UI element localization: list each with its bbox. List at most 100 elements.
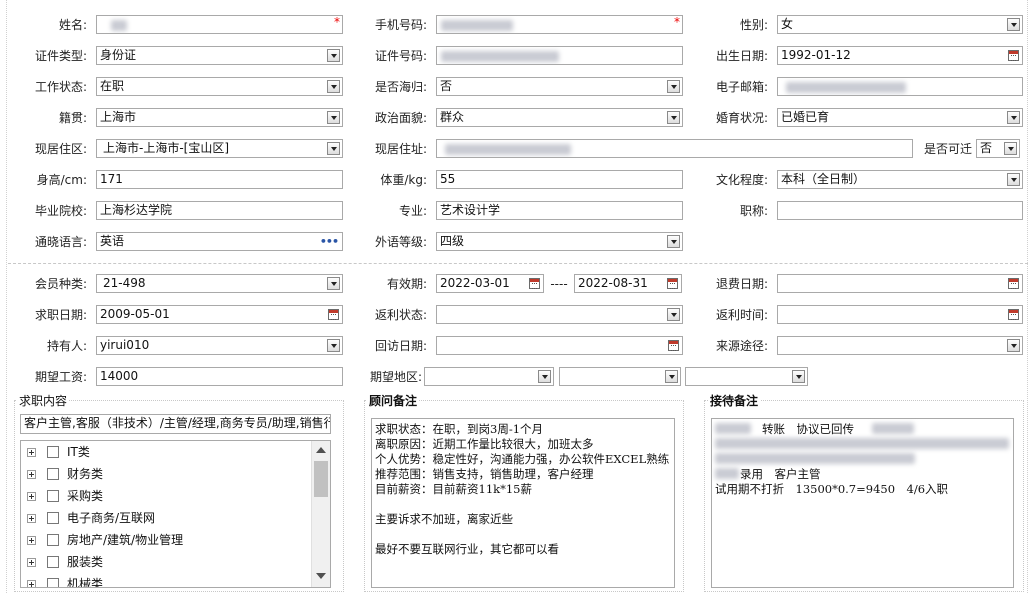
calendar-icon[interactable] [328, 309, 339, 320]
job-summary-field[interactable]: 客户主管,客服（非技术）/主管/经理,商务专员/助理,销售行 [20, 414, 331, 434]
returnee-select[interactable]: 否 [436, 77, 683, 96]
language-label: 通晓语言: [34, 235, 87, 249]
checkbox[interactable] [47, 468, 59, 480]
salary-field[interactable]: 14000 [96, 367, 343, 386]
reception-note-line: 转账 协议已回传 [762, 422, 854, 436]
checkbox[interactable] [47, 446, 59, 458]
name-label: 姓名: [58, 18, 87, 32]
calendar-icon[interactable] [1008, 50, 1019, 61]
email-field[interactable] [777, 77, 1023, 96]
calendar-icon[interactable] [668, 340, 679, 351]
language-field[interactable]: 英语 ••• [96, 232, 343, 251]
chevron-down-icon[interactable] [667, 235, 680, 248]
address-field[interactable] [436, 139, 913, 158]
checkbox[interactable] [47, 556, 59, 568]
relocate-select[interactable]: 否 [976, 139, 1020, 158]
region-select-1[interactable] [424, 367, 554, 386]
work-status-select[interactable]: 在职 [96, 77, 343, 96]
tree-item[interactable]: IT类 [27, 442, 307, 462]
chevron-down-icon[interactable] [667, 80, 680, 93]
jobdate-field[interactable]: 2009-05-01 [96, 305, 343, 324]
checkbox[interactable] [47, 534, 59, 546]
expand-icon[interactable] [27, 448, 36, 457]
chevron-down-icon[interactable] [1004, 142, 1017, 155]
consultant-notes-textarea[interactable]: 求职状态：在职，到岗3周-1个月 离职原因：近期工作量比较很大，加班太多 个人优… [371, 418, 675, 588]
chevron-down-icon[interactable] [792, 370, 805, 383]
expand-icon[interactable] [27, 514, 36, 523]
valid-from-field[interactable]: 2022-03-01 [436, 274, 544, 293]
native-select[interactable]: 上海市 [96, 108, 343, 127]
more-icon[interactable]: ••• [320, 235, 339, 249]
weight-field[interactable]: 55 [436, 170, 683, 189]
idno-label: 证件号码: [374, 49, 427, 63]
chevron-down-icon[interactable] [1007, 18, 1020, 31]
lang-level-select[interactable]: 四级 [436, 232, 683, 251]
tree-item[interactable]: 房地产/建筑/物业管理 [27, 530, 307, 550]
chevron-down-icon[interactable] [327, 142, 340, 155]
expand-icon[interactable] [27, 536, 36, 545]
phone-field[interactable] [436, 15, 683, 34]
area-select[interactable]: 上海市-上海市-[宝山区] [96, 139, 343, 158]
scrollbar[interactable] [311, 441, 330, 587]
region-label: 期望地区: [369, 370, 422, 384]
chevron-down-icon[interactable] [327, 111, 340, 124]
gender-select[interactable]: 女 [777, 15, 1023, 34]
source-select[interactable] [777, 336, 1023, 355]
calendar-icon[interactable] [1008, 278, 1019, 289]
refund-date-field[interactable] [777, 274, 1023, 293]
political-select[interactable]: 群众 [436, 108, 683, 127]
holder-select[interactable]: yirui010 [96, 336, 343, 355]
scroll-thumb[interactable] [314, 461, 328, 497]
chevron-down-icon[interactable] [1007, 173, 1020, 186]
chevron-down-icon[interactable] [538, 370, 551, 383]
checkbox[interactable] [47, 512, 59, 524]
expand-icon[interactable] [27, 492, 36, 501]
chevron-down-icon[interactable] [327, 49, 340, 62]
expand-icon[interactable] [27, 558, 36, 567]
scroll-up-icon[interactable] [316, 447, 326, 453]
visit-date-field[interactable] [436, 336, 683, 355]
tree-item[interactable]: 服装类 [27, 552, 307, 572]
chevron-down-icon[interactable] [667, 111, 680, 124]
idno-field[interactable] [436, 46, 683, 65]
height-field[interactable]: 171 [96, 170, 343, 189]
major-field[interactable]: 艺术设计学 [436, 201, 683, 220]
expand-icon[interactable] [27, 470, 36, 479]
calendar-icon[interactable] [1008, 309, 1019, 320]
expand-icon[interactable] [27, 580, 36, 587]
reception-notes-textarea[interactable]: 转账 协议已回传 录用 客户主管 试用期不打折 13500*0.7=9450 4… [711, 418, 1014, 588]
redacted-text [715, 423, 751, 434]
weight-label: 体重/kg: [380, 173, 427, 187]
name-field[interactable] [96, 15, 343, 34]
tree-item[interactable]: 采购类 [27, 486, 307, 506]
calendar-icon[interactable] [529, 278, 540, 289]
member-type-select[interactable]: 21-498 [96, 274, 343, 293]
region-select-3[interactable] [685, 367, 808, 386]
tree-item[interactable]: 财务类 [27, 464, 307, 484]
checkbox[interactable] [47, 578, 59, 587]
marital-select[interactable]: 已婚已育 [777, 108, 1023, 127]
calendar-icon[interactable] [667, 278, 678, 289]
title-field[interactable] [777, 201, 1023, 220]
rebate-status-select[interactable] [436, 305, 683, 324]
chevron-down-icon[interactable] [327, 277, 340, 290]
idtype-select[interactable]: 身份证 [96, 46, 343, 65]
date-range-dash: ---- [550, 277, 568, 291]
checkbox[interactable] [47, 490, 59, 502]
chevron-down-icon[interactable] [1007, 339, 1020, 352]
chevron-down-icon[interactable] [667, 308, 680, 321]
rebate-time-field[interactable] [777, 305, 1023, 324]
tree-item[interactable]: 电子商务/互联网 [27, 508, 307, 528]
birth-date-field[interactable]: 1992-01-12 [777, 46, 1023, 65]
education-select[interactable]: 本科（全日制） [777, 170, 1023, 189]
email-label: 电子邮箱: [715, 80, 768, 94]
chevron-down-icon[interactable] [665, 370, 678, 383]
chevron-down-icon[interactable] [1007, 111, 1020, 124]
region-select-2[interactable] [559, 367, 681, 386]
valid-to-field[interactable]: 2022-08-31 [574, 274, 682, 293]
school-field[interactable]: 上海杉达学院 [96, 201, 343, 220]
scroll-down-icon[interactable] [316, 573, 326, 579]
tree-item[interactable]: 机械类 [27, 574, 307, 587]
chevron-down-icon[interactable] [327, 339, 340, 352]
chevron-down-icon[interactable] [327, 80, 340, 93]
